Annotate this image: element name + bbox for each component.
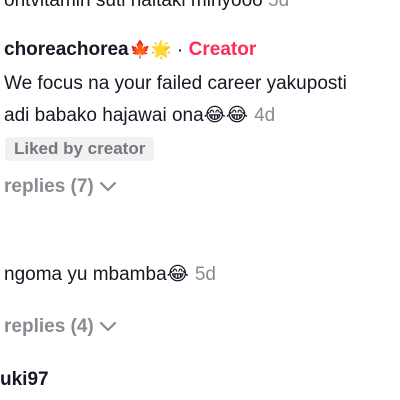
replies-label: replies (7) <box>4 176 94 197</box>
comment-2-time: 5d <box>194 264 216 285</box>
previous-comment-body: ontvitamin suti haitaki minyooo <box>4 0 263 11</box>
username-emoji: 🍁🌟 <box>129 40 172 59</box>
chevron-down-icon <box>99 321 116 332</box>
view-replies-button[interactable]: replies (7) <box>4 176 117 198</box>
comment-header: choreachorea 🍁🌟 · Creator <box>4 39 256 61</box>
next-comment-username[interactable]: uki97 <box>0 369 49 391</box>
comment-body-line-1: We focus na your failed career yakuposti <box>4 73 347 94</box>
liked-by-creator-badge: Liked by creator <box>5 137 155 161</box>
comment-time: 4d <box>254 105 276 126</box>
separator-dot: · <box>177 42 183 58</box>
comment-body-line-2: adi babako hajawai ona😂😂 4d <box>4 105 275 127</box>
comment-2: ngoma yu mbamba😂 5d <box>4 264 216 286</box>
creator-label: Creator <box>188 39 257 60</box>
comment-body-text: adi babako hajawai ona😂😂 <box>4 105 249 126</box>
replies-label-2: replies (4) <box>4 316 94 337</box>
previous-comment-text: ontvitamin suti haitaki minyooo 5d <box>4 0 289 12</box>
comment-username[interactable]: choreachorea <box>4 39 129 61</box>
previous-comment-time: 5d <box>268 0 290 11</box>
chevron-down-icon <box>99 181 116 192</box>
comment-2-body: ngoma yu mbamba😂 <box>4 264 189 285</box>
view-replies-button-2[interactable]: replies (4) <box>4 316 117 338</box>
